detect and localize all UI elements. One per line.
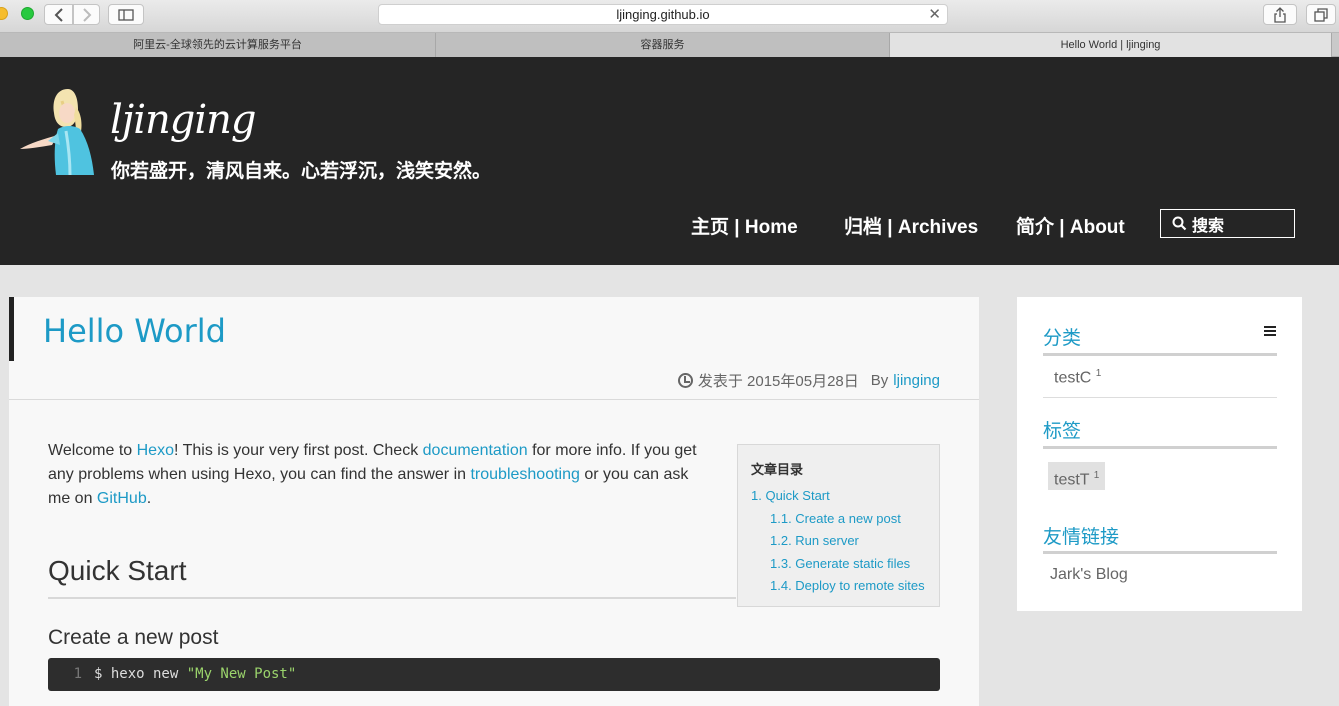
address-bar[interactable]: ljinging.github.io ✕ xyxy=(378,4,948,25)
documentation-link[interactable]: documentation xyxy=(423,442,528,459)
toc-item-create-post[interactable]: 1.1. Create a new post xyxy=(751,508,939,531)
tag-item[interactable]: testT 1 xyxy=(1048,462,1106,490)
category-count: 1 xyxy=(1095,368,1102,379)
code-command: $ hexo new xyxy=(94,666,187,682)
minimize-window-button[interactable] xyxy=(0,7,8,20)
tabs-overview-icon xyxy=(1314,7,1328,22)
toc-title: 文章目录 xyxy=(751,462,804,477)
links-heading: 友情链接 xyxy=(1043,527,1120,548)
category-label: testC xyxy=(1054,369,1092,387)
tab-aliyun[interactable]: 阿里云-全球领先的云计算服务平台 xyxy=(0,33,436,57)
site-header: ljinging 你若盛开，清风自来。心若浮沉，浅笑安然。 主页 | Home … xyxy=(0,57,1339,265)
tab-container-service[interactable]: 容器服务 xyxy=(436,33,890,57)
share-button[interactable] xyxy=(1263,4,1297,25)
intro-text-1: Welcome to xyxy=(48,442,137,459)
forward-button[interactable] xyxy=(73,4,100,25)
nav-about-link[interactable]: 简介 | About xyxy=(1016,212,1125,239)
post-date: 发表于 2015年05月28日 xyxy=(697,373,859,390)
tab-hello-world[interactable]: Hello World | ljinging xyxy=(890,33,1332,57)
sidebar-icon xyxy=(118,8,134,21)
post-meta: 发表于 2015年05月28日 By ljinging xyxy=(677,370,940,391)
troubleshooting-link[interactable]: troubleshooting xyxy=(470,466,579,483)
post-author-link[interactable]: ljinging xyxy=(893,372,940,389)
nav-home-link[interactable]: 主页 | Home xyxy=(691,212,798,239)
tag-count: 1 xyxy=(1093,470,1100,481)
post-divider xyxy=(9,399,979,400)
tags-divider xyxy=(1043,446,1277,449)
categories-bottom-line xyxy=(1043,397,1277,398)
clock-icon xyxy=(677,373,693,388)
share-icon xyxy=(1274,6,1286,23)
code-line-number: 1 xyxy=(73,666,82,682)
url-text: ljinging.github.io xyxy=(616,7,710,22)
toc-item-deploy[interactable]: 1.4. Deploy to remote sites xyxy=(751,575,939,598)
site-title[interactable]: ljinging xyxy=(110,97,257,143)
heading-create-post: Create a new post xyxy=(48,626,219,649)
toc-item-run-server[interactable]: 1.2. Run server xyxy=(751,530,939,553)
nav-archives-link[interactable]: 归档 | Archives xyxy=(844,212,978,239)
chevron-left-icon xyxy=(54,7,63,22)
code-block: 1 $ hexo new "My New Post" xyxy=(48,658,940,691)
zoom-window-button[interactable] xyxy=(21,7,34,20)
search-input[interactable]: 搜索 xyxy=(1160,209,1295,238)
browser-toolbar: ljinging.github.io ✕ xyxy=(0,0,1339,33)
back-button[interactable] xyxy=(44,4,73,25)
github-link[interactable]: GitHub xyxy=(97,490,147,507)
hexo-link[interactable]: Hexo xyxy=(137,442,174,459)
menu-icon[interactable] xyxy=(1264,326,1276,336)
heading-underline xyxy=(48,597,736,599)
heading-quick-start: Quick Start xyxy=(48,555,187,586)
tab-bar: 阿里云-全球领先的云计算服务平台 容器服务 Hello World | ljin… xyxy=(0,33,1339,57)
tags-heading: 标签 xyxy=(1043,421,1082,442)
categories-heading: 分类 xyxy=(1043,328,1082,349)
toc-item-quick-start[interactable]: 1. Quick Start xyxy=(751,485,939,508)
sidebar: 分类 testC 1 标签 testT 1 友情链接 Jark's Blog xyxy=(1017,297,1302,611)
stop-loading-icon[interactable]: ✕ xyxy=(928,5,941,25)
post-by-label: By xyxy=(870,372,889,389)
category-item[interactable]: testC 1 xyxy=(1054,368,1101,387)
show-sidebar-button[interactable] xyxy=(108,4,144,25)
toc-item-generate-static[interactable]: 1.3. Generate static files xyxy=(751,553,939,576)
search-placeholder: 搜索 xyxy=(1192,217,1225,235)
table-of-contents: 文章目录 1. Quick Start 1.1. Create a new po… xyxy=(737,444,940,607)
post-intro: Welcome to Hexo! This is your very first… xyxy=(48,439,713,511)
site-subtitle: 你若盛开，清风自来。心若浮沉，浅笑安然。 xyxy=(111,161,492,182)
intro-text-2: ! This is your very first post. Check xyxy=(173,442,423,459)
categories-divider xyxy=(1043,353,1277,356)
post-title[interactable]: Hello World xyxy=(43,312,226,350)
show-all-tabs-button[interactable] xyxy=(1306,4,1336,25)
links-divider xyxy=(1043,551,1277,554)
chevron-right-icon xyxy=(82,7,91,22)
elsa-avatar-logo[interactable] xyxy=(18,83,106,175)
friend-link-jark[interactable]: Jark's Blog xyxy=(1050,566,1128,584)
post-card: Hello World 发表于 2015年05月28日 By ljinging … xyxy=(9,297,979,706)
search-icon xyxy=(1172,216,1187,231)
intro-text-5: . xyxy=(146,490,152,507)
title-accent-bar xyxy=(9,297,14,361)
code-string: "My New Post" xyxy=(186,666,297,682)
tag-label: testT xyxy=(1054,471,1090,489)
